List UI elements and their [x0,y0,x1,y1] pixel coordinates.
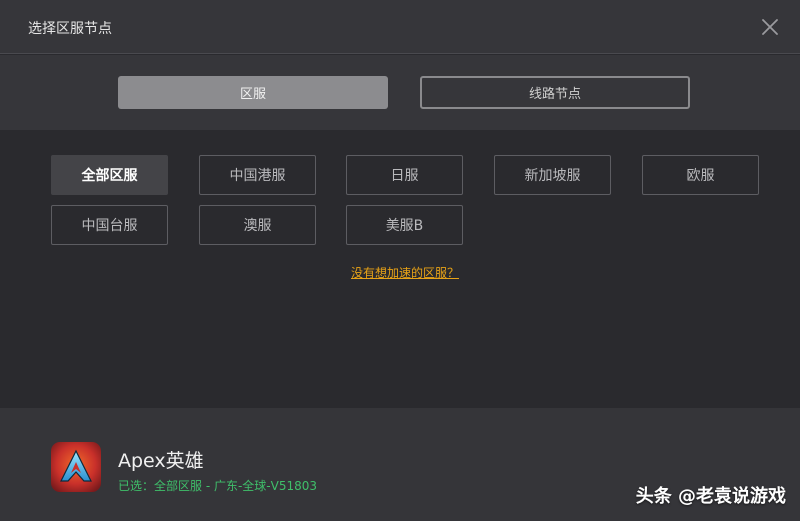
title-bar: 选择区服节点 [0,0,800,54]
dialog-title: 选择区服节点 [28,21,112,37]
tab-bar: 区服 线路节点 [0,55,800,130]
region-button-all[interactable]: 全部区服 [51,155,168,195]
close-icon[interactable] [760,17,780,37]
region-button-jp[interactable]: 日服 [346,155,463,195]
region-button-au[interactable]: 澳服 [199,205,316,245]
region-list: 全部区服 中国港服 日服 新加坡服 欧服 中国台服 澳服 美服B 没有想加速的区… [0,130,800,408]
missing-region-link[interactable]: 没有想加速的区服？ [0,264,800,281]
tab-route-node[interactable]: 线路节点 [420,76,690,109]
region-button-hk[interactable]: 中国港服 [199,155,316,195]
game-info-footer: Apex英雄 已选：全部区服 - 广东-全球-V51803 头条 @老袁说游戏 [0,408,800,521]
region-button-us-b[interactable]: 美服B [346,205,463,245]
region-select-dialog: 选择区服节点 区服 线路节点 全部区服 中国港服 日服 新加坡服 欧服 中国台服… [0,0,800,521]
region-button-eu[interactable]: 欧服 [642,155,759,195]
selected-region-info: 已选：全部区服 - 广东-全球-V51803 [118,479,318,493]
watermark: 头条 @老袁说游戏 [635,486,786,507]
region-button-sg[interactable]: 新加坡服 [494,155,611,195]
region-button-tw[interactable]: 中国台服 [51,205,168,245]
tab-region[interactable]: 区服 [118,76,388,109]
game-name: Apex英雄 [118,450,204,472]
apex-logo-icon [51,442,101,492]
